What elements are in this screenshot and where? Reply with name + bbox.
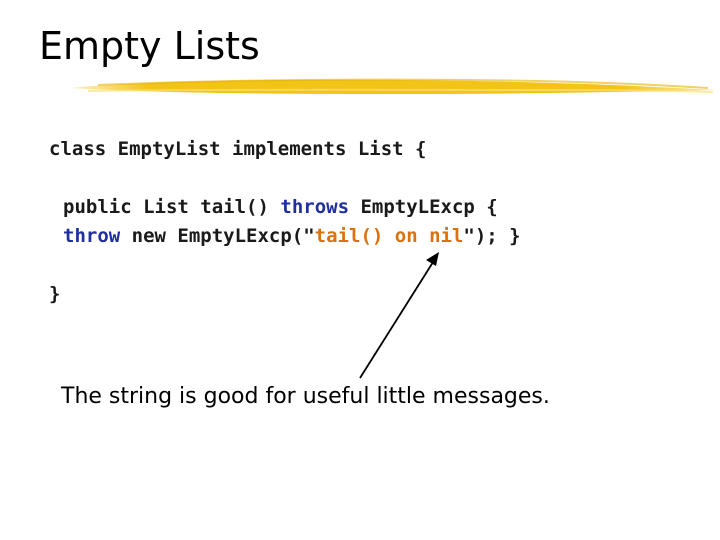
slide: Empty Lists class EmptyList implements L… xyxy=(0,0,720,540)
annotation-note: The string is good for useful little mes… xyxy=(61,384,550,409)
annotation-arrow xyxy=(359,252,439,379)
